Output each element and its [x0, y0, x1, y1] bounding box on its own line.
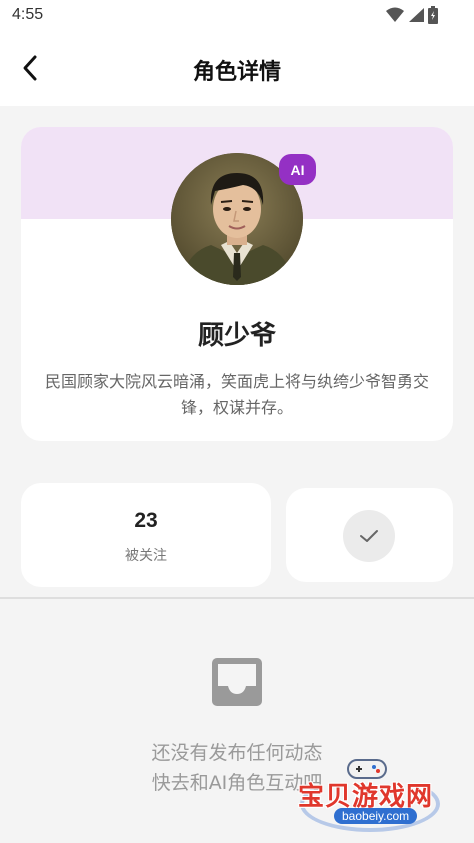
followers-label: 被关注 [125, 548, 167, 564]
character-name: 顾少爷 [197, 321, 276, 351]
signal-icon [409, 8, 424, 22]
wifi-icon [386, 7, 404, 22]
follow-toggle-button[interactable] [343, 510, 395, 562]
follow-card [286, 488, 453, 582]
character-description: 民国顾家大院风云暗涌，笑面虎上将与纨绔少爷智勇交锋，权谋并存。 [45, 372, 430, 417]
status-bar: 4:55 [0, 0, 474, 34]
inbox-icon [212, 658, 262, 706]
ai-badge: AI [279, 154, 316, 185]
watermark: 宝贝游戏网 baobeiy.com [296, 752, 446, 838]
check-icon [360, 530, 378, 542]
status-time: 4:55 [12, 6, 44, 23]
followers-stat-card[interactable]: 23 被关注 [21, 483, 271, 587]
divider [0, 597, 474, 599]
app-bar: 角色详情 [0, 34, 474, 106]
profile-card: AI 顾少爷 民国顾家大院风云暗涌，笑面虎上将与纨绔少爷智勇交锋，权谋并存。 [21, 127, 453, 441]
page-title: 角色详情 [192, 60, 281, 85]
status-icons [386, 6, 438, 24]
followers-count: 23 [134, 509, 158, 532]
battery-icon [428, 6, 438, 24]
watermark-domain: baobeiy.com [334, 808, 418, 824]
